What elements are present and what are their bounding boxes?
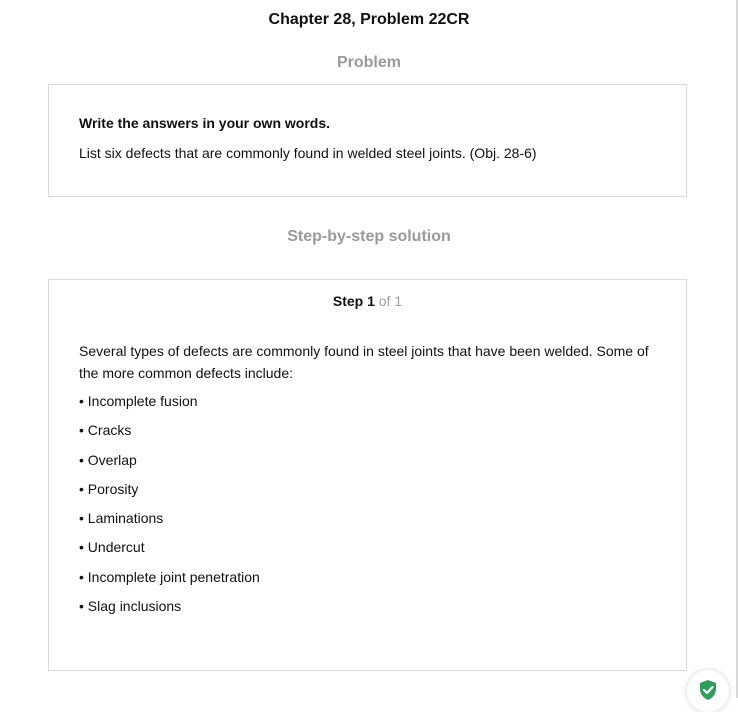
- defect-item: • Overlap: [79, 451, 137, 468]
- problem-question: List six defects that are commonly found…: [79, 145, 537, 161]
- defect-list: • Incomplete fusion • Cracks • Overlap •…: [79, 393, 260, 627]
- defect-item: • Porosity: [79, 480, 139, 497]
- step-total: of 1: [378, 293, 403, 309]
- defect-item: • Incomplete fusion: [79, 393, 198, 409]
- defect-item: • Slag inclusions: [79, 598, 182, 615]
- defect-item: • Cracks: [79, 422, 132, 439]
- solution-card: Step 1 of 1 Several types of defects are…: [48, 279, 687, 671]
- step-label: Step 1 of 1: [49, 293, 686, 309]
- page-title: Chapter 28, Problem 22CR: [268, 11, 470, 28]
- defect-item: • Incomplete joint penetration: [79, 568, 260, 585]
- problem-card: Write the answers in your own words. Lis…: [48, 84, 687, 197]
- defect-item: • Laminations: [79, 510, 164, 527]
- solution-heading: Step-by-step solution: [287, 228, 451, 245]
- step-number: Step 1: [332, 293, 375, 309]
- security-badge[interactable]: [687, 670, 729, 712]
- problem-heading: Problem: [336, 54, 401, 71]
- defect-item: • Undercut: [79, 539, 145, 556]
- problem-instruction: Write the answers in your own words.: [79, 115, 331, 131]
- solution-intro: Several types of defects are commonly fo…: [79, 343, 649, 381]
